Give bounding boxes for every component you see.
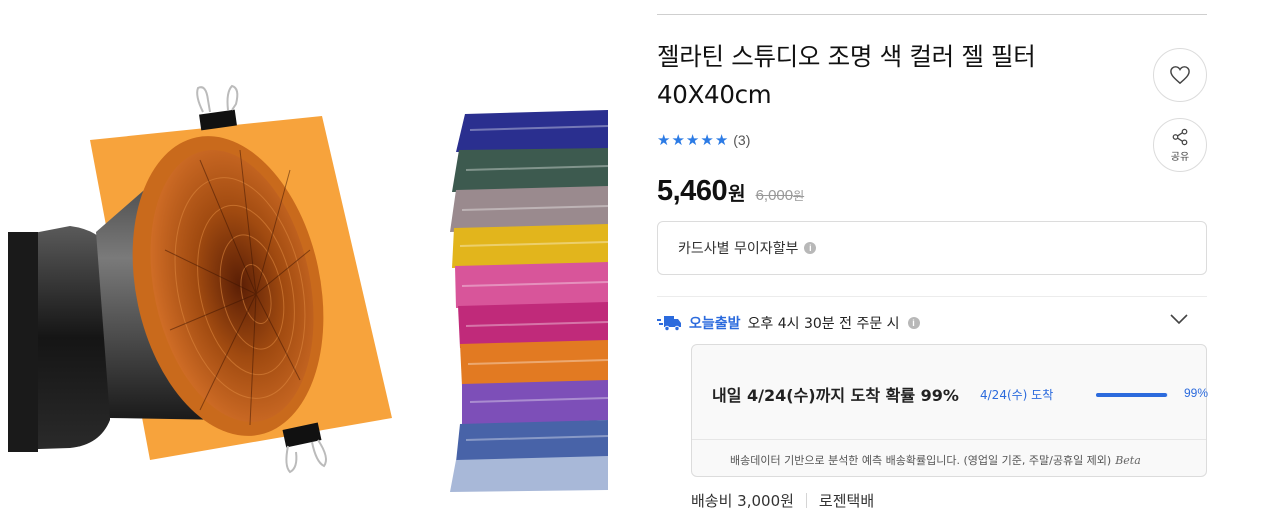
star-rating: ★ ★ ★ ★ ★ xyxy=(657,132,729,148)
original-price-unit: 원 xyxy=(793,189,805,203)
product-image[interactable] xyxy=(0,0,608,531)
prediction-note-text: 배송데이터 기반으로 분석한 예측 배송확률입니다. (영업일 기준, 주말/공… xyxy=(730,454,1112,467)
heart-icon xyxy=(1170,66,1190,85)
info-icon[interactable]: i xyxy=(907,317,920,329)
chevron-down-icon[interactable] xyxy=(1169,312,1189,326)
product-photo-illustration xyxy=(8,84,608,492)
star-icon: ★ xyxy=(657,131,671,149)
share-button[interactable]: 공유 xyxy=(1153,118,1207,172)
product-title-line1: 젤라틴 스튜디오 조명 색 컬러 젤 필터 xyxy=(657,42,1036,71)
today-shipping-label: 오늘출발 xyxy=(689,316,741,332)
prediction-date: 4/24(수) 도착 xyxy=(980,388,1054,402)
rating-row[interactable]: ★ ★ ★ ★ ★ (3) xyxy=(657,130,750,150)
card-installment-label: 카드사별 무이자할부 xyxy=(678,241,799,257)
prediction-note: 배송데이터 기반으로 분석한 예측 배송확률입니다. (영업일 기준, 주말/공… xyxy=(730,452,1141,468)
star-icon: ★ xyxy=(685,131,700,149)
sale-price: 5,460 xyxy=(657,175,728,207)
prediction-divider xyxy=(692,439,1206,440)
today-shipping-row[interactable]: 오늘출발 오후 4시 30분 전 주문 시 i xyxy=(657,310,1207,336)
shipping-fee-row: 배송비 3,000원 로젠택배 xyxy=(691,490,874,511)
share-icon xyxy=(1172,128,1188,145)
delivery-prediction-box: 내일 4/24(수)까지 도착 확률 99% 4/24(수) 도착 99% 배송… xyxy=(691,344,1209,477)
shipping-fee: 배송비 3,000원 xyxy=(691,492,794,510)
info-icon[interactable]: i xyxy=(804,242,817,254)
wishlist-button[interactable] xyxy=(1153,48,1207,102)
price-row: 5,460 원 6,000 원 xyxy=(657,175,804,208)
prediction-progress-bar xyxy=(1096,393,1168,397)
star-icon: ★ xyxy=(671,131,685,149)
fee-separator xyxy=(805,493,807,508)
section-divider xyxy=(657,296,1207,297)
prediction-percent: 99% xyxy=(1184,386,1209,400)
card-installment-box[interactable]: 카드사별 무이자할부 i xyxy=(657,221,1207,275)
product-title-line2: 40X40cm xyxy=(657,80,772,109)
prediction-progress-fill xyxy=(1096,393,1168,397)
product-info-panel: 젤라틴 스튜디오 조명 색 컬러 젤 필터 40X40cm 공유 ★ ★ ★ ★… xyxy=(657,0,1209,531)
star-icon: ★ xyxy=(714,131,729,149)
truck-icon xyxy=(657,316,681,332)
beta-label: Beta xyxy=(1115,454,1141,467)
sale-price-unit: 원 xyxy=(728,183,746,205)
product-title: 젤라틴 스튜디오 조명 색 컬러 젤 필터 40X40cm xyxy=(657,38,1127,114)
review-count[interactable]: (3) xyxy=(733,132,750,148)
shipping-condition: 오후 4시 30분 전 주문 시 xyxy=(747,316,900,332)
top-divider xyxy=(657,14,1207,15)
prediction-title: 내일 4/24(수)까지 도착 확률 99% xyxy=(712,386,959,405)
shipping-carrier: 로젠택배 xyxy=(818,492,875,510)
star-icon: ★ xyxy=(700,131,714,149)
original-price: 6,000 xyxy=(755,187,794,204)
share-label: 공유 xyxy=(1170,151,1190,163)
